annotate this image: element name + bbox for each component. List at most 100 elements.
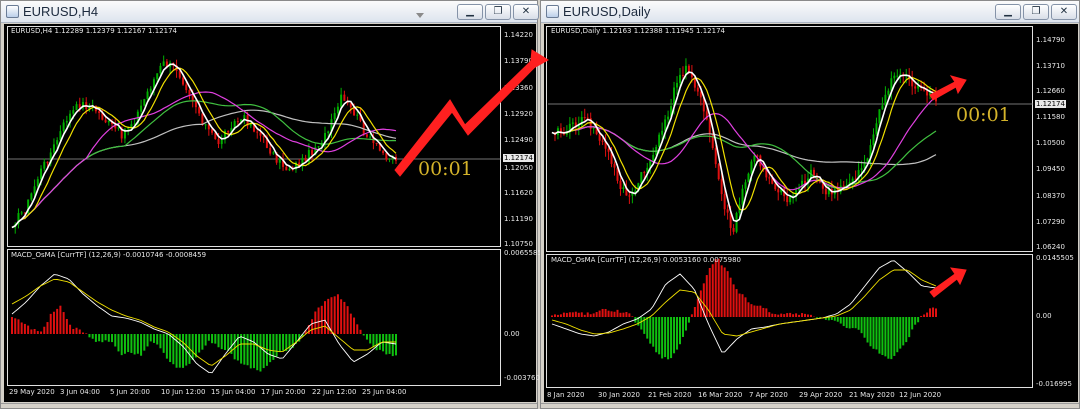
chevron-down-icon[interactable] <box>416 13 424 18</box>
macd-tick: 0.0145505 <box>1036 254 1074 262</box>
candle-body <box>256 131 259 133</box>
macd-histogram-bar <box>565 312 568 317</box>
macd-histogram-bar <box>655 317 658 353</box>
macd-histogram-bar <box>88 334 91 338</box>
chart-area[interactable]: EURUSD,Daily 1.12163 1.12388 1.11945 1.1… <box>544 24 1078 402</box>
chart-window-h4[interactable]: EURUSD,H4 ▁ ❐ ✕ EURUSD,H4 1.12289 1.1237… <box>0 0 542 409</box>
chart-window-icon <box>6 5 19 18</box>
restore-button[interactable]: ❐ <box>1023 4 1049 20</box>
macd-tick: 0.00 <box>1036 312 1052 320</box>
macd-histogram-bar <box>333 296 336 334</box>
macd-histogram-bar <box>369 334 372 344</box>
candle-body <box>272 152 275 154</box>
macd-histogram-bar <box>152 334 155 343</box>
macd-histogram-bar <box>750 304 753 317</box>
candle-body <box>140 105 143 112</box>
macd-histogram-bar <box>914 317 917 325</box>
close-button[interactable]: ✕ <box>1051 4 1077 20</box>
macd-info-line: MACD_OsMA [CurrTF] (12,26,9) -0.0010746 … <box>11 251 207 259</box>
macd-histogram-bar <box>735 289 738 317</box>
macd-histogram-bar <box>217 334 220 348</box>
candle-body <box>717 164 720 180</box>
macd-histogram-bar <box>40 331 43 334</box>
macd-histogram-bar <box>926 312 929 317</box>
macd-histogram-bar <box>869 317 872 347</box>
time-tick: 8 Jan 2020 <box>547 391 585 399</box>
candle-body <box>185 84 188 91</box>
macd-histogram-bar <box>741 294 744 317</box>
macd-tick: 0.00 <box>504 330 520 338</box>
macd-histogram-bar <box>568 312 571 317</box>
macd-histogram-bar <box>923 314 926 317</box>
candle-body <box>601 140 604 142</box>
candle-body <box>127 128 130 130</box>
macd-histogram-bar <box>866 317 869 343</box>
macd-histogram-bar <box>65 319 68 334</box>
macd-histogram-bar <box>809 314 812 317</box>
candle-body <box>598 134 601 141</box>
candle-body <box>583 117 586 119</box>
candle-body <box>191 95 194 102</box>
price-chart-drawing[interactable] <box>544 24 1078 402</box>
candle-body <box>812 169 815 176</box>
macd-histogram-bar <box>830 317 833 320</box>
price-tick: 1.06240 <box>1036 243 1065 251</box>
macd-histogram-bar <box>664 317 667 358</box>
close-button[interactable]: ✕ <box>513 4 539 20</box>
macd-histogram-bar <box>851 317 854 329</box>
title-bar[interactable]: EURUSD,H4 ▁ ❐ ✕ <box>1 1 539 23</box>
macd-histogram-bar <box>732 284 735 317</box>
macd-histogram-bar <box>684 317 687 331</box>
macd-histogram-bar <box>661 317 664 359</box>
candle-body <box>201 113 204 125</box>
minimize-button[interactable]: ▁ <box>995 4 1021 20</box>
candle-body <box>30 193 33 200</box>
macd-histogram-bar <box>878 317 881 354</box>
price-chart-drawing[interactable] <box>4 24 536 402</box>
macd-histogram-bar <box>317 307 320 334</box>
candle-body <box>333 113 336 120</box>
candle-body <box>107 120 110 123</box>
title-bar[interactable]: EURUSD,Daily ▁ ❐ ✕ <box>541 1 1079 23</box>
macd-histogram-bar <box>175 334 178 368</box>
candle-body <box>46 161 49 164</box>
macd-histogram-bar <box>104 334 107 341</box>
symbol-info-line: EURUSD,Daily 1.12163 1.12388 1.11945 1.1… <box>551 27 725 35</box>
time-tick: 21 May 2020 <box>849 391 895 399</box>
candle-body <box>884 94 887 106</box>
price-tick: 1.13790 <box>504 57 533 65</box>
time-tick: 16 Mar 2020 <box>698 391 743 399</box>
price-tick: 1.07290 <box>1036 218 1065 226</box>
macd-histogram-bar <box>616 309 619 317</box>
macd-histogram-bar <box>902 317 905 346</box>
restore-button[interactable]: ❐ <box>485 4 511 20</box>
macd-histogram-bar <box>920 315 923 317</box>
macd-histogram-bar <box>860 317 863 334</box>
macd-histogram-bar <box>14 318 17 334</box>
candle-body <box>365 134 368 137</box>
macd-histogram-bar <box>556 314 559 317</box>
price-tick: 1.11580 <box>1036 113 1065 121</box>
minimize-button[interactable]: ▁ <box>457 4 483 20</box>
candle-body <box>607 148 610 152</box>
candle-body <box>117 127 120 129</box>
macd-histogram-bar <box>625 312 628 317</box>
macd-histogram-bar <box>899 317 902 349</box>
candle-body <box>679 74 681 83</box>
candle-body <box>723 194 726 210</box>
candle-body <box>227 130 230 133</box>
macd-histogram-bar <box>81 332 84 334</box>
macd-histogram-bar <box>169 334 172 363</box>
macd-histogram-bar <box>586 312 589 317</box>
macd-histogram-bar <box>792 314 795 317</box>
candle-body <box>658 134 661 147</box>
chart-window-icon <box>546 5 559 18</box>
moving-average-line <box>551 76 937 211</box>
candle-body <box>52 144 55 153</box>
macd-histogram-bar <box>786 313 789 317</box>
chart-window-daily[interactable]: EURUSD,Daily ▁ ❐ ✕ EURUSD,Daily 1.12163 … <box>540 0 1080 409</box>
price-tick: 1.08370 <box>1036 192 1065 200</box>
time-tick: 3 Jun 04:00 <box>60 388 101 396</box>
candle-body <box>36 179 39 187</box>
chart-area[interactable]: EURUSD,H4 1.12289 1.12379 1.12167 1.1217… <box>4 24 542 402</box>
